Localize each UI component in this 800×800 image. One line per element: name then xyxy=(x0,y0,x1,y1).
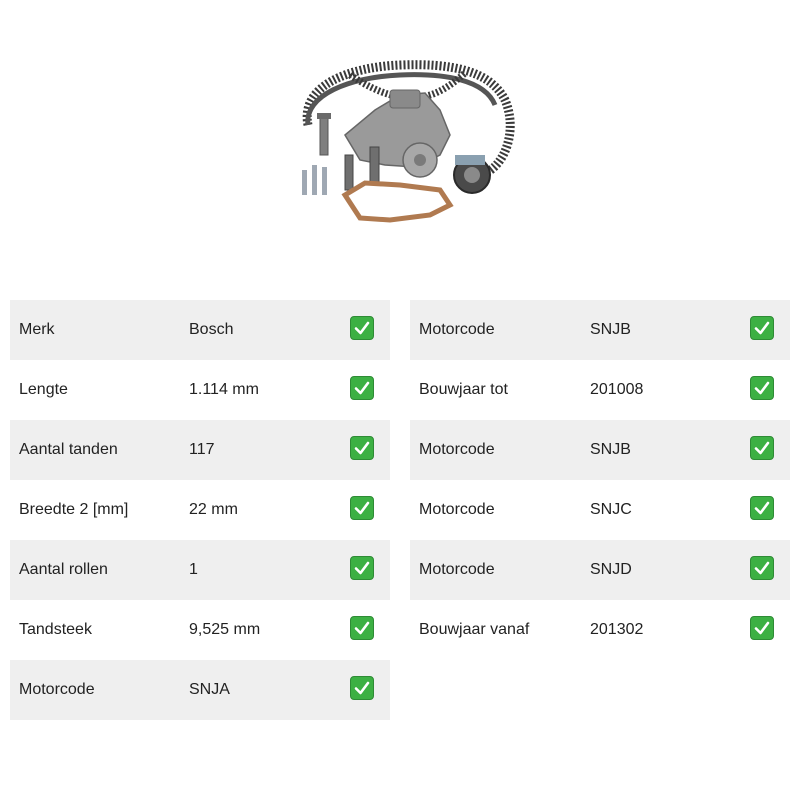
spec-value: 201008 xyxy=(590,381,644,398)
check-mark-icon xyxy=(350,676,374,700)
spec-value: 9,525 mm xyxy=(189,621,261,638)
spec-row: Bouwjaar vanaf 201302 xyxy=(410,600,790,660)
spec-label: Merk xyxy=(19,321,55,338)
spec-table-right: Motorcode SNJB Bouwjaar tot 201008 Motor… xyxy=(410,300,790,660)
spec-row: Motorcode SNJB xyxy=(410,420,790,480)
spec-row: Motorcode SNJA xyxy=(10,660,390,720)
spec-label: Aantal tanden xyxy=(19,441,118,458)
check-mark-icon xyxy=(750,616,774,640)
check-mark-icon xyxy=(750,496,774,520)
spec-value: 22 mm xyxy=(189,501,238,518)
product-image xyxy=(290,55,520,235)
spec-label: Breedte 2 [mm] xyxy=(19,501,129,518)
spec-row: Breedte 2 [mm] 22 mm xyxy=(10,480,390,540)
spec-row: Aantal tanden 117 xyxy=(10,420,390,480)
spec-label: Lengte xyxy=(19,381,68,398)
spec-row: Merk Bosch xyxy=(10,300,390,360)
spec-label: Bouwjaar tot xyxy=(419,381,508,398)
spec-label: Aantal rollen xyxy=(19,561,108,578)
spec-row: Lengte 1.114 mm xyxy=(10,360,390,420)
check-mark-icon xyxy=(350,496,374,520)
check-mark-icon xyxy=(750,436,774,460)
spec-label: Motorcode xyxy=(419,441,495,458)
spec-table-left: Merk Bosch Lengte 1.114 mm Aantal tanden… xyxy=(10,300,390,720)
spec-value: 1.114 mm xyxy=(189,381,259,398)
spec-value: SNJA xyxy=(189,681,230,698)
spec-value: SNJD xyxy=(590,561,632,578)
spec-row: Bouwjaar tot 201008 xyxy=(410,360,790,420)
spec-value: SNJB xyxy=(590,441,631,458)
check-mark-icon xyxy=(750,316,774,340)
check-mark-icon xyxy=(350,376,374,400)
spec-value: 117 xyxy=(189,441,215,458)
check-mark-icon xyxy=(750,376,774,400)
spec-value: SNJC xyxy=(590,501,632,518)
spec-row: Aantal rollen 1 xyxy=(10,540,390,600)
check-mark-icon xyxy=(350,556,374,580)
spec-value: SNJB xyxy=(590,321,631,338)
spec-value: 1 xyxy=(189,561,198,578)
spec-label: Motorcode xyxy=(419,501,495,518)
spec-row: Tandsteek 9,525 mm xyxy=(10,600,390,660)
spec-row: Motorcode SNJB xyxy=(410,300,790,360)
spec-value: Bosch xyxy=(189,321,234,338)
spec-label: Tandsteek xyxy=(19,621,92,638)
spec-row: Motorcode SNJD xyxy=(410,540,790,600)
check-mark-icon xyxy=(350,616,374,640)
spec-label: Motorcode xyxy=(419,561,495,578)
spec-label: Motorcode xyxy=(19,681,95,698)
spec-row: Motorcode SNJC xyxy=(410,480,790,540)
check-mark-icon xyxy=(350,436,374,460)
spec-label: Bouwjaar vanaf xyxy=(419,621,530,638)
spec-label: Motorcode xyxy=(419,321,495,338)
spec-value: 201302 xyxy=(590,621,644,638)
check-mark-icon xyxy=(350,316,374,340)
check-mark-icon xyxy=(750,556,774,580)
